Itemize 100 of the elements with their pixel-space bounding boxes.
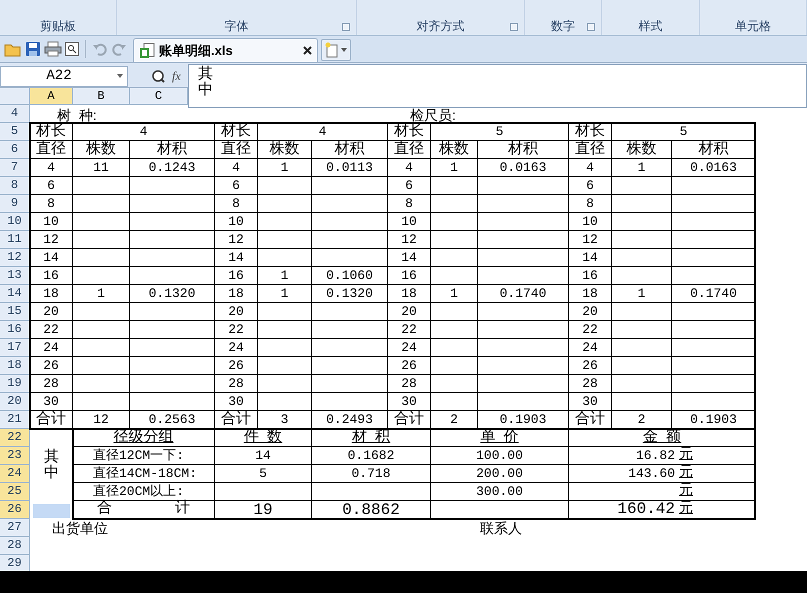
table-cell: 4	[30, 159, 73, 177]
document-tab[interactable]: 账单明细.xls	[133, 38, 318, 62]
selected-cell[interactable]	[30, 501, 73, 519]
table-cell	[612, 357, 672, 375]
row-header[interactable]: 24	[0, 465, 30, 483]
row-header[interactable]: 22	[0, 429, 30, 447]
table-cell	[258, 375, 312, 393]
row-header[interactable]: 11	[0, 231, 30, 249]
preview-icon[interactable]	[65, 42, 79, 56]
function-button[interactable]: fx	[172, 67, 181, 85]
table-cell: 10	[30, 213, 73, 231]
table-cell: 1	[73, 285, 130, 303]
table-cell	[612, 393, 672, 411]
close-icon[interactable]	[303, 46, 312, 55]
formula-field[interactable]: 其 中	[188, 64, 807, 108]
table-cell	[612, 177, 672, 195]
table-cell: 材积	[312, 141, 388, 159]
spreadsheet-file-icon	[139, 42, 155, 58]
row-header[interactable]: 9	[0, 195, 30, 213]
row-header[interactable]: 13	[0, 267, 30, 285]
save-icon[interactable]	[25, 41, 41, 57]
table-cell	[73, 213, 130, 231]
table-cell: 6	[388, 177, 431, 195]
row-header[interactable]: 19	[0, 375, 30, 393]
column-header[interactable]: A	[30, 88, 73, 104]
new-tab-button[interactable]	[321, 39, 351, 61]
table-cell: 株数	[258, 141, 312, 159]
table-cell: 5	[215, 465, 312, 483]
row-header[interactable]: 21	[0, 411, 30, 429]
table-cell: 20	[388, 303, 431, 321]
table-cell: 材 积	[312, 429, 431, 447]
name-box[interactable]: A22	[0, 66, 128, 86]
table-cell: 300.00	[431, 483, 569, 501]
table-cell: 0.0163	[672, 159, 755, 177]
table-cell: 16	[569, 267, 612, 285]
currency-unit: 元	[679, 501, 693, 518]
dialog-launcher-icon[interactable]	[510, 23, 518, 31]
caret-icon	[341, 48, 347, 52]
row-header[interactable]: 25	[0, 483, 30, 501]
table-cell: 1	[612, 285, 672, 303]
zoom-icon[interactable]	[152, 70, 165, 82]
table-cell: 0.1682	[312, 447, 431, 465]
table-cell: 1	[612, 159, 672, 177]
row-header[interactable]: 14	[0, 285, 30, 303]
table-cell	[612, 339, 672, 357]
row-header[interactable]: 12	[0, 249, 30, 267]
table-cell	[612, 249, 672, 267]
group-label: 剪贴板	[40, 20, 76, 32]
row-header[interactable]: 16	[0, 321, 30, 339]
table-cell: 6	[215, 177, 258, 195]
row-header[interactable]: 28	[0, 537, 30, 555]
table-cell	[73, 375, 130, 393]
row-header[interactable]: 15	[0, 303, 30, 321]
row-header[interactable]: 10	[0, 213, 30, 231]
row-header[interactable]: 7	[0, 159, 30, 177]
table-cell	[258, 339, 312, 357]
table-cell: 0.1060	[312, 267, 388, 285]
table-cell: 14	[388, 249, 431, 267]
table-cell	[73, 393, 130, 411]
formula-text: 中	[198, 82, 214, 98]
table-cell: 株数	[73, 141, 130, 159]
table-cell: 6	[30, 177, 73, 195]
row-header[interactable]: 6	[0, 141, 30, 159]
currency-unit: 元	[679, 483, 693, 500]
row-header[interactable]: 17	[0, 339, 30, 357]
group-label: 字体	[224, 20, 248, 32]
sheet-label: 出货单位	[52, 518, 109, 538]
row-header[interactable]: 18	[0, 357, 30, 375]
table-cell	[431, 195, 478, 213]
row-header[interactable]: 23	[0, 447, 30, 465]
table-cell	[258, 195, 312, 213]
table-cell: 6	[569, 177, 612, 195]
row-header[interactable]: 20	[0, 393, 30, 411]
dialog-launcher-icon[interactable]	[587, 23, 595, 31]
table-cell: 28	[215, 375, 258, 393]
sheet-label: 树 种:	[57, 107, 98, 123]
new-document-icon	[325, 42, 339, 58]
table-cell	[258, 231, 312, 249]
table-cell: 14	[569, 249, 612, 267]
printer-icon[interactable]	[44, 41, 62, 57]
currency-unit: 元	[679, 465, 693, 482]
row-header[interactable]: 8	[0, 177, 30, 195]
table-cell	[612, 321, 672, 339]
row-header[interactable]: 27	[0, 519, 30, 537]
tab-title: 账单明细.xls	[159, 42, 234, 60]
row-header[interactable]: 29	[0, 555, 30, 571]
currency-unit: 元	[679, 447, 693, 464]
row-header[interactable]: 5	[0, 123, 30, 141]
table-cell: 24	[30, 339, 73, 357]
table-cell: 0.0113	[312, 159, 388, 177]
table-cell: 5	[431, 123, 569, 141]
table-cell	[73, 195, 130, 213]
dialog-launcher-icon[interactable]	[342, 23, 350, 31]
group-label: 数字	[551, 20, 575, 32]
table-cell	[73, 321, 130, 339]
row-header[interactable]: 4	[0, 105, 30, 123]
table-cell: 16	[30, 267, 73, 285]
table-cell: 30	[388, 393, 431, 411]
row-header[interactable]: 26	[0, 501, 30, 519]
table-cell: 20	[30, 303, 73, 321]
